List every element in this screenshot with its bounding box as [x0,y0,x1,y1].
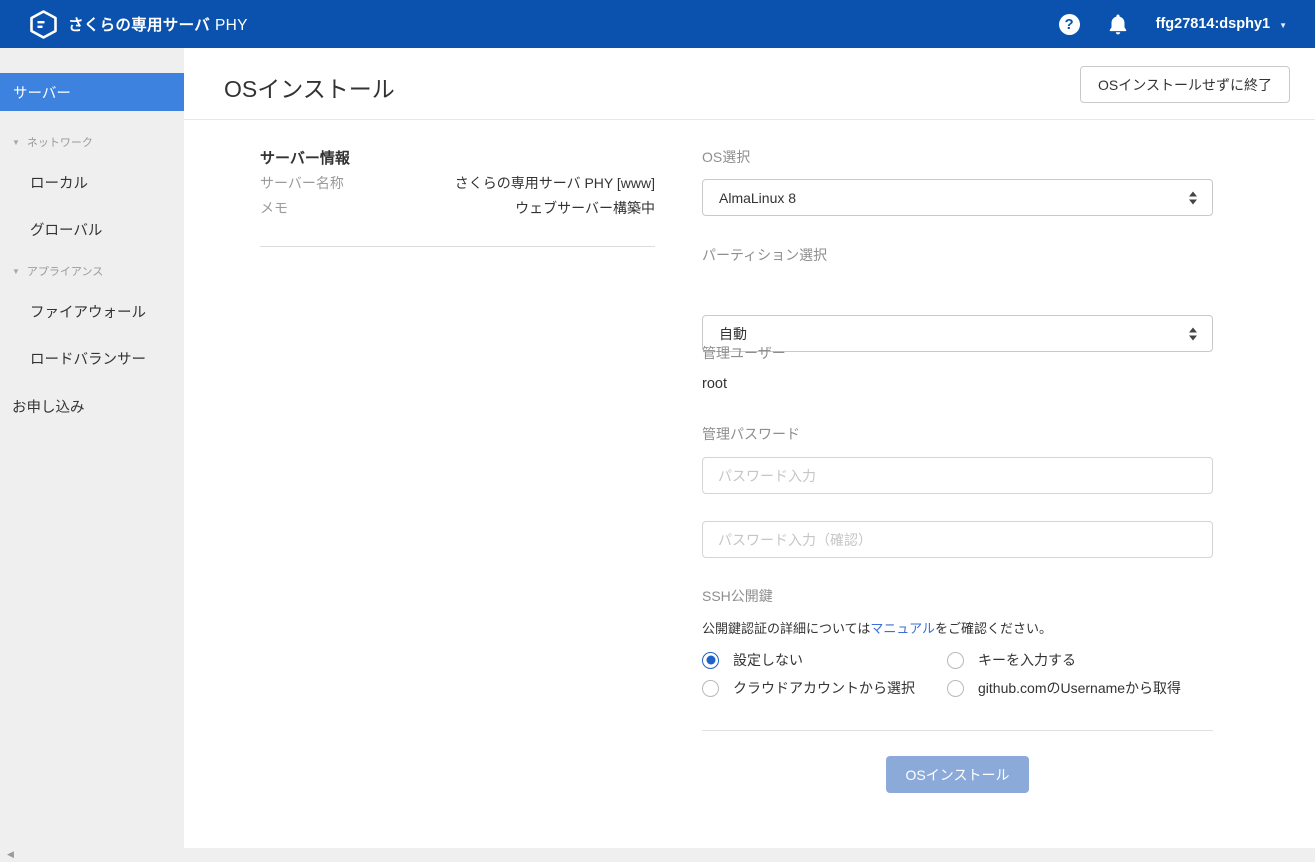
sidebar-item-loadbalancer[interactable]: ロードバランサー [30,348,184,369]
header-divider [184,119,1315,120]
sidebar: サーバー ▼ ネットワーク ローカル グローバル ▼ アプライアンス ファイアウ… [0,48,184,848]
ssh-note-prefix: 公開鍵認証の詳細については [702,621,870,636]
brand-title: さくらの専用サーバ PHY [68,13,248,35]
brand-title-jp: さくらの専用サーバ [68,17,210,34]
server-name-label: サーバー名称 [260,173,344,193]
brand-title-suffix: PHY [215,17,248,34]
sidebar-item-firewall[interactable]: ファイアウォール [30,301,184,322]
server-info-panel: サーバー情報 サーバー名称 さくらの専用サーバ PHY [www] メモ ウェブ… [260,147,655,247]
os-select-label: OS選択 [702,147,1213,167]
radio-ssh-enter-key[interactable]: キーを入力する [947,650,1213,670]
brand[interactable]: さくらの専用サーバ PHY [30,10,248,39]
page-title: OSインストール [224,70,395,104]
radio-unselected-icon [702,680,719,697]
os-install-button[interactable]: OSインストール [886,756,1030,793]
app-window: さくらの専用サーバ PHY ? ffg27814:dsphy1 ▼ サーバー ▼ … [0,0,1315,862]
select-updown-icon [1189,191,1197,204]
ssh-note: 公開鍵認証の詳細についてはマニュアルをご確認ください。 [702,618,1213,637]
radio-label: github.comのUsernameから取得 [978,678,1181,698]
admin-user-label: 管理ユーザー [702,343,1213,363]
radio-label: キーを入力する [978,650,1076,670]
collapse-sidebar-icon[interactable]: ◀ [7,849,14,860]
os-select-value: AlmaLinux 8 [719,190,796,206]
sidebar-group-label: ネットワーク [27,134,93,150]
sidebar-item-server[interactable]: サーバー [0,73,184,111]
topbar-right-controls: ? ffg27814:dsphy1 ▼ [1059,0,1287,48]
radio-label: 設定しない [733,650,803,670]
radio-ssh-cloud-account[interactable]: クラウドアカウントから選択 [702,678,947,698]
top-navigation-bar: さくらの専用サーバ PHY ? ffg27814:dsphy1 ▼ [0,0,1315,48]
notification-bell-icon[interactable] [1108,13,1128,35]
main-content: OSインストール OSインストールせずに終了 サーバー情報 サーバー名称 さくら… [184,48,1315,848]
sidebar-group-network[interactable]: ▼ ネットワーク [12,134,184,150]
sidebar-item-order[interactable]: お申し込み [12,396,184,417]
account-name: ffg27814:dsphy1 [1156,16,1270,32]
sidebar-item-local[interactable]: ローカル [30,172,184,193]
server-memo-label: メモ [260,198,288,218]
radio-selected-icon [702,652,719,669]
server-name-value: さくらの専用サーバ PHY [www] [455,173,655,193]
account-menu[interactable]: ffg27814:dsphy1 ▼ [1156,16,1287,32]
server-memo-value: ウェブサーバー構築中 [515,198,655,218]
password-input[interactable] [702,457,1213,494]
os-install-form: OS選択 AlmaLinux 8 パーティション選択 自動 管理ユーザー roo… [702,147,1213,221]
admin-user-value: root [702,376,1213,392]
radio-ssh-none[interactable]: 設定しない [702,650,947,670]
server-info-heading: サーバー情報 [260,147,655,168]
chevron-down-icon: ▼ [1279,19,1287,30]
partition-select-value: 自動 [719,324,747,344]
triangle-down-icon: ▼ [12,267,20,276]
bottom-strip: ◀ [0,848,1315,862]
os-select[interactable]: AlmaLinux 8 [702,179,1213,216]
partition-select-label: パーティション選択 [702,245,1213,265]
radio-unselected-icon [947,680,964,697]
radio-ssh-github-username[interactable]: github.comのUsernameから取得 [947,678,1213,698]
triangle-down-icon: ▼ [12,138,20,147]
select-updown-icon [1189,327,1197,340]
server-info-row: サーバー名称 さくらの専用サーバ PHY [www] [260,168,655,193]
server-info-divider [260,246,655,247]
manual-link[interactable]: マニュアル [870,621,935,636]
ssh-note-suffix: をご確認ください。 [935,621,1052,636]
server-info-row: メモ ウェブサーバー構築中 [260,193,655,218]
radio-unselected-icon [947,652,964,669]
sidebar-group-label: アプライアンス [27,263,103,279]
sidebar-item-global[interactable]: グローバル [30,219,184,240]
form-divider [702,730,1213,731]
radio-label: クラウドアカウントから選択 [733,678,915,698]
exit-without-install-button[interactable]: OSインストールせずに終了 [1080,66,1290,103]
help-icon[interactable]: ? [1059,14,1080,35]
admin-password-label: 管理パスワード [702,424,1213,444]
ssh-public-key-label: SSH公開鍵 [702,586,1213,606]
sakura-hexagon-logo-icon [30,10,57,39]
password-confirm-input[interactable] [702,521,1213,558]
sidebar-group-appliance[interactable]: ▼ アプライアンス [12,263,184,279]
